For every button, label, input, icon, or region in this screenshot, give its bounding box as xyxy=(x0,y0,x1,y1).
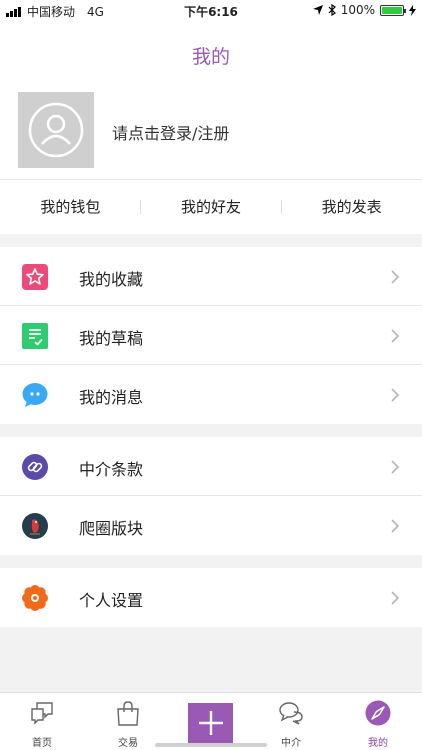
star-icon xyxy=(22,264,48,290)
link-icon xyxy=(22,454,48,480)
status-bar: 中国移动 4G 下午6:16 100% xyxy=(0,0,422,22)
avatar[interactable] xyxy=(18,92,94,168)
navigation-bar: 我的 xyxy=(0,22,422,80)
divider xyxy=(281,200,282,214)
home-chat-icon xyxy=(31,702,53,725)
tab-agency[interactable]: 中介 xyxy=(249,693,333,750)
menu-label: 我的收藏 xyxy=(79,270,144,289)
divider xyxy=(140,200,141,214)
battery-percent: 100% xyxy=(340,3,375,17)
tab-bar: 首页 交易 中介 我的 xyxy=(0,692,422,750)
menu-item-agency-terms[interactable]: 中介条款 xyxy=(0,437,422,496)
menu-item-messages[interactable]: 我的消息 xyxy=(0,365,422,424)
compass-icon xyxy=(365,700,391,726)
page-title: 我的 xyxy=(191,46,230,68)
bluetooth-icon xyxy=(328,4,336,16)
chevron-right-icon xyxy=(391,519,400,533)
chevron-right-icon xyxy=(391,329,400,343)
plus-icon xyxy=(198,711,223,735)
shopping-bag-icon xyxy=(117,701,139,726)
messages-icon xyxy=(279,702,303,725)
location-icon xyxy=(312,5,323,15)
menu-label: 中介条款 xyxy=(79,460,144,479)
tab-trade[interactable]: 交易 xyxy=(86,693,170,750)
chevron-right-icon xyxy=(391,460,400,474)
menu-label: 我的草稿 xyxy=(79,329,144,348)
menu-item-favorites[interactable]: 我的收藏 xyxy=(0,247,422,306)
draft-icon xyxy=(22,323,48,349)
menu-label: 爬圈版块 xyxy=(79,519,144,538)
chevron-right-icon xyxy=(391,388,400,402)
chat-bubble-icon xyxy=(22,383,48,407)
menu-group-personal: 我的收藏 我的草稿 我的消息 xyxy=(0,247,422,424)
login-register-link[interactable]: 请点击登录/注册 xyxy=(112,120,229,144)
menu-label: 我的消息 xyxy=(79,388,144,407)
menu-item-drafts[interactable]: 我的草稿 xyxy=(0,306,422,365)
chevron-right-icon xyxy=(391,270,400,284)
home-indicator xyxy=(155,743,267,747)
quick-links: 我的钱包 我的好友 我的发表 xyxy=(0,180,422,234)
menu-group-community: 中介条款 爬圈版块 xyxy=(0,437,422,555)
menu-label: 个人设置 xyxy=(79,591,144,610)
menu-item-settings[interactable]: 个人设置 xyxy=(0,568,422,627)
battery-icon xyxy=(380,4,406,16)
user-placeholder-icon xyxy=(28,102,84,158)
tab-label: 我的 xyxy=(368,738,388,749)
tab-mine[interactable]: 我的 xyxy=(336,693,420,750)
friends-link[interactable]: 我的好友 xyxy=(141,180,282,234)
publish-button[interactable] xyxy=(188,703,233,743)
wallet-link[interactable]: 我的钱包 xyxy=(0,180,141,234)
tab-home[interactable]: 首页 xyxy=(0,693,84,750)
chevron-right-icon xyxy=(391,591,400,605)
tab-label: 首页 xyxy=(32,738,52,749)
menu-item-forum-section[interactable]: 爬圈版块 xyxy=(0,496,422,555)
charging-icon xyxy=(409,4,416,16)
profile-section[interactable]: 请点击登录/注册 xyxy=(0,80,422,180)
posts-link[interactable]: 我的发表 xyxy=(281,180,422,234)
menu-group-settings: 个人设置 xyxy=(0,568,422,627)
flower-settings-icon xyxy=(22,585,48,611)
parrot-icon xyxy=(22,513,48,539)
